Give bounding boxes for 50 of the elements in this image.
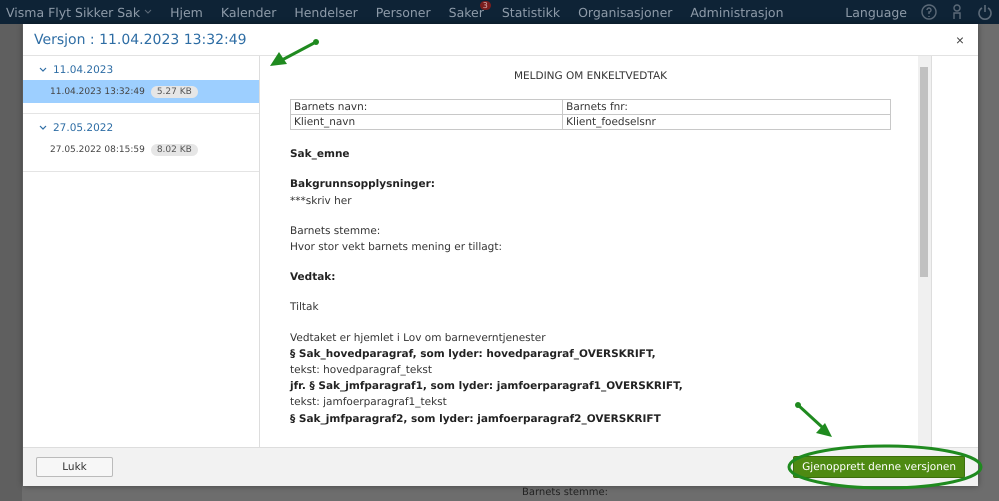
table-cell: Klient_navn [290, 114, 563, 130]
document-text: ***skriv her [290, 194, 353, 209]
document-heading: § Sak_hovedparagraf, som lyder: hovedparagraf_OVERSKRIFT, [290, 346, 657, 362]
count-badge: 3 [480, 0, 491, 10]
version-timestamp: 11.04.2023 13:32:49 [50, 86, 145, 96]
table-cell: Barnets navn: [290, 100, 563, 115]
nav-link[interactable]: Statistikk [502, 4, 560, 20]
version-date[interactable]: 11.04.2023 [53, 64, 114, 76]
version-item[interactable]: 11.04.2023 13:32:49 5.27 KB [23, 80, 259, 103]
close-dialog-button[interactable]: Lukk [36, 457, 113, 477]
document-heading: § Sak_jmfparagraf2, som lyder: jamfoerparagraf2_OVERSKRIFT [290, 412, 662, 427]
scrollbar[interactable] [918, 56, 931, 447]
document-heading: jfr. § Sak_jmfparagraf1, som lyder: jamfoerparagraf1_OVERSKRIFT, [290, 379, 684, 394]
chevron-down-icon[interactable] [39, 125, 47, 131]
dialog-title: Versjon : 11.04.2023 13:32:49 [34, 32, 247, 48]
power-icon[interactable] [977, 4, 993, 20]
document-title: MELDING OM ENKELTVEDTAK [512, 69, 668, 84]
document-text: Tiltak [290, 300, 320, 316]
nav-link[interactable]: Organisasjoner [578, 4, 672, 20]
file-size-badge: 8.02 KB [150, 144, 198, 156]
background-text: Barnets stemme: [522, 487, 608, 499]
chevron-down-icon[interactable] [39, 67, 47, 73]
document-text: Hvor stor vekt barnets mening er tillagt: [290, 240, 503, 256]
nav-link[interactable]: Hjem [170, 4, 203, 20]
nav-link[interactable]: Administrasjon [690, 4, 784, 20]
table-cell: Klient_foedselsnr [562, 114, 890, 130]
document-text: Vedtaket er hjemlet i Lov om barneverntjenester [290, 330, 547, 346]
nav-link[interactable]: Hendelser [294, 4, 358, 20]
close-button[interactable]: × [952, 32, 968, 48]
table-cell: Barnets fnr: [562, 100, 890, 115]
document-heading: Sak_emne [290, 147, 351, 162]
nav-link[interactable]: Kalender [220, 4, 276, 20]
restore-version-button[interactable]: Gjenopprett denne versjonen [793, 456, 965, 478]
document-text: Barnets stemme: [290, 224, 382, 239]
app-brand[interactable]: Visma Flyt Sikker Sak [6, 4, 140, 20]
annotation-arrow [795, 402, 832, 437]
annotation-arrow [270, 39, 319, 66]
language-link[interactable]: Language [845, 4, 907, 20]
document-text: tekst: hovedparagraf_tekst [290, 363, 433, 378]
help-icon[interactable] [921, 4, 937, 20]
version-timestamp: 27.05.2022 08:15:59 [50, 144, 145, 154]
document-text: tekst: jamfoerparagraf1_tekst [290, 395, 448, 410]
chevron-down-icon [144, 9, 152, 15]
nav-link[interactable]: Personer [376, 4, 431, 20]
version-item[interactable]: 27.05.2022 08:15:59 8.02 KB [23, 138, 259, 161]
person-icon[interactable] [951, 4, 963, 20]
document-heading: Bakgrunnsopplysninger: [290, 177, 436, 192]
document-heading: Vedtak: [290, 270, 336, 286]
version-date[interactable]: 27.05.2022 [53, 122, 114, 134]
file-size-badge: 5.27 KB [150, 86, 198, 98]
